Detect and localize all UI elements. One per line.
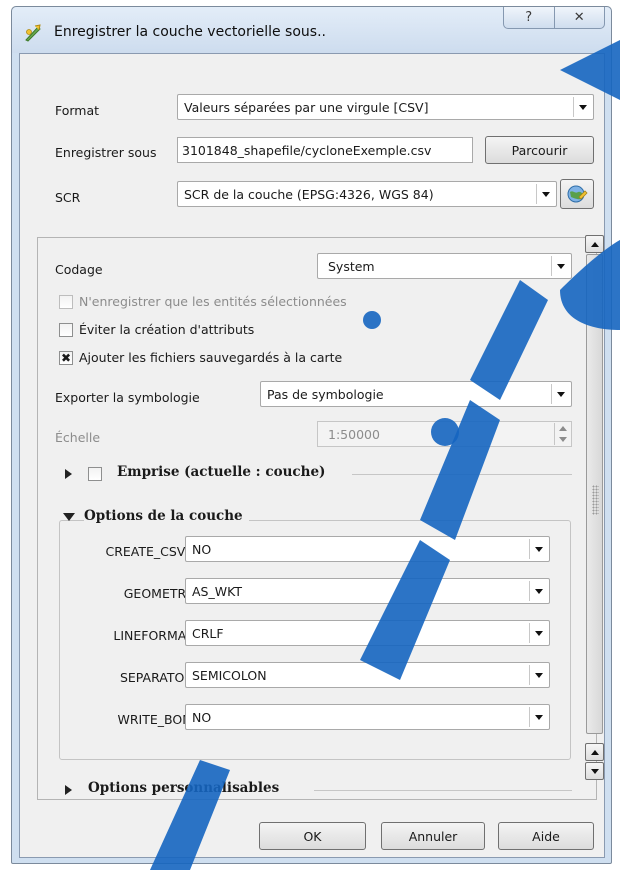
- expand-arrow-icon[interactable]: [65, 785, 72, 795]
- save-path-value: 3101848_shapefile/cycloneExemple.csv: [182, 142, 432, 158]
- chevron-down-icon[interactable]: [529, 581, 547, 601]
- add-to-map-checkbox[interactable]: ✖: [59, 351, 73, 365]
- scrollbar-thumb[interactable]: [586, 254, 603, 734]
- chevron-down-icon[interactable]: [536, 184, 554, 204]
- scroll-up-button[interactable]: [585, 235, 604, 253]
- encoding-value: System: [328, 258, 375, 274]
- ok-button[interactable]: OK: [259, 822, 366, 850]
- browse-button[interactable]: Parcourir: [485, 136, 594, 164]
- option-key-create-csvt: CREATE_CSVT: [105, 544, 193, 559]
- chevron-down-icon[interactable]: [551, 256, 569, 276]
- symbology-label: Exporter la symbologie: [55, 390, 200, 405]
- crs-select[interactable]: SCR de la couche (EPSG:4326, WGS 84): [177, 181, 557, 207]
- skip-attributes-label: Éviter la création d'attributs: [79, 322, 255, 337]
- globe-crs-icon: [567, 185, 588, 203]
- help-label: Aide: [532, 828, 560, 844]
- scrollbar-grip: [592, 485, 599, 515]
- option-select-separator[interactable]: SEMICOLON: [185, 662, 550, 688]
- help-title-button[interactable]: ?: [504, 7, 554, 28]
- only-selected-label: N'enregistrer que les entités sélectionn…: [79, 294, 347, 309]
- close-window-button[interactable]: ✕: [553, 7, 605, 28]
- chevron-down-icon[interactable]: [529, 623, 547, 643]
- option-value-geometry: AS_WKT: [192, 583, 242, 599]
- help-button[interactable]: Aide: [498, 822, 594, 850]
- format-value: Valeurs séparées par une virgule [CSV]: [184, 99, 429, 115]
- help-glyph: ?: [525, 10, 533, 25]
- option-key-lineformat: LINEFORMAT: [113, 628, 193, 643]
- scale-spinbox[interactable]: 1:50000: [317, 421, 572, 447]
- encoding-select[interactable]: System: [317, 253, 572, 279]
- symbology-value: Pas de symbologie: [267, 386, 384, 402]
- save-as-label: Enregistrer sous: [55, 145, 157, 160]
- encoding-label: Codage: [55, 262, 103, 277]
- scroll-up-button-lower[interactable]: [585, 743, 604, 761]
- check-mark-icon: ✖: [60, 351, 72, 365]
- extent-group-title[interactable]: Emprise (actuelle : couche): [117, 464, 325, 480]
- spin-up-icon[interactable]: [555, 423, 570, 434]
- qgis-app-icon: [25, 24, 41, 42]
- only-selected-checkbox[interactable]: [59, 295, 73, 309]
- select-crs-button[interactable]: [560, 179, 594, 209]
- window-buttons: ? ✕: [503, 7, 605, 29]
- option-key-separator: SEPARATOR: [119, 670, 193, 685]
- option-key-write-bom: WRITE_BOM: [117, 712, 194, 727]
- scale-label: Échelle: [55, 430, 101, 445]
- format-label: Format: [55, 103, 100, 118]
- option-select-geometry[interactable]: AS_WKT: [185, 578, 550, 604]
- collapse-arrow-icon[interactable]: [63, 513, 75, 521]
- chevron-down-icon[interactable]: [551, 384, 569, 404]
- extent-group-line: [352, 474, 572, 475]
- title-bar[interactable]: Enregistrer la couche vectorielle sous..…: [12, 7, 611, 53]
- option-select-write-bom[interactable]: NO: [185, 704, 550, 730]
- ok-label: OK: [303, 828, 322, 844]
- cancel-button[interactable]: Annuler: [381, 822, 485, 850]
- spin-down-icon[interactable]: [555, 434, 570, 445]
- window-title: Enregistrer la couche vectorielle sous..: [54, 24, 326, 40]
- option-value-create-csvt: NO: [192, 541, 212, 557]
- options-scroll-panel: Codage System N'enregistrer que les enti…: [37, 237, 597, 800]
- crs-value: SCR de la couche (EPSG:4326, WGS 84): [184, 186, 434, 202]
- scroll-down-button[interactable]: [585, 762, 604, 780]
- save-path-input[interactable]: 3101848_shapefile/cycloneExemple.csv: [177, 137, 473, 163]
- option-select-create-csvt[interactable]: NO: [185, 536, 550, 562]
- cancel-label: Annuler: [408, 828, 458, 844]
- vertical-scrollbar[interactable]: [585, 235, 605, 797]
- extent-checkbox[interactable]: [88, 467, 102, 481]
- chevron-down-icon[interactable]: [529, 665, 547, 685]
- scale-spin-buttons[interactable]: [554, 423, 570, 445]
- format-select[interactable]: Valeurs séparées par une virgule [CSV]: [177, 94, 594, 120]
- close-icon: ✕: [573, 10, 585, 25]
- option-key-geometry: GEOMETRY: [123, 586, 193, 601]
- option-value-lineformat: CRLF: [192, 625, 224, 641]
- add-to-map-label: Ajouter les fichiers sauvegardés à la ca…: [79, 350, 343, 365]
- crs-label: SCR: [55, 190, 81, 205]
- skip-attributes-checkbox[interactable]: [59, 323, 73, 337]
- option-select-lineformat[interactable]: CRLF: [185, 620, 550, 646]
- chevron-down-icon[interactable]: [529, 539, 547, 559]
- browse-label: Parcourir: [511, 142, 568, 158]
- option-value-separator: SEMICOLON: [192, 667, 267, 683]
- dialog-window: Enregistrer la couche vectorielle sous..…: [11, 6, 612, 864]
- custom-options-title[interactable]: Options personnalisables: [88, 780, 279, 796]
- layer-options-title[interactable]: Options de la couche: [84, 508, 249, 524]
- expand-arrow-icon[interactable]: [65, 469, 72, 479]
- custom-group-line: [314, 790, 572, 791]
- dialog-client-area: Format Valeurs séparées par une virgule …: [19, 53, 605, 858]
- chevron-down-icon[interactable]: [529, 707, 547, 727]
- option-value-write-bom: NO: [192, 709, 212, 725]
- scale-value: 1:50000: [328, 426, 380, 442]
- symbology-select[interactable]: Pas de symbologie: [260, 381, 572, 407]
- chevron-down-icon[interactable]: [573, 97, 591, 117]
